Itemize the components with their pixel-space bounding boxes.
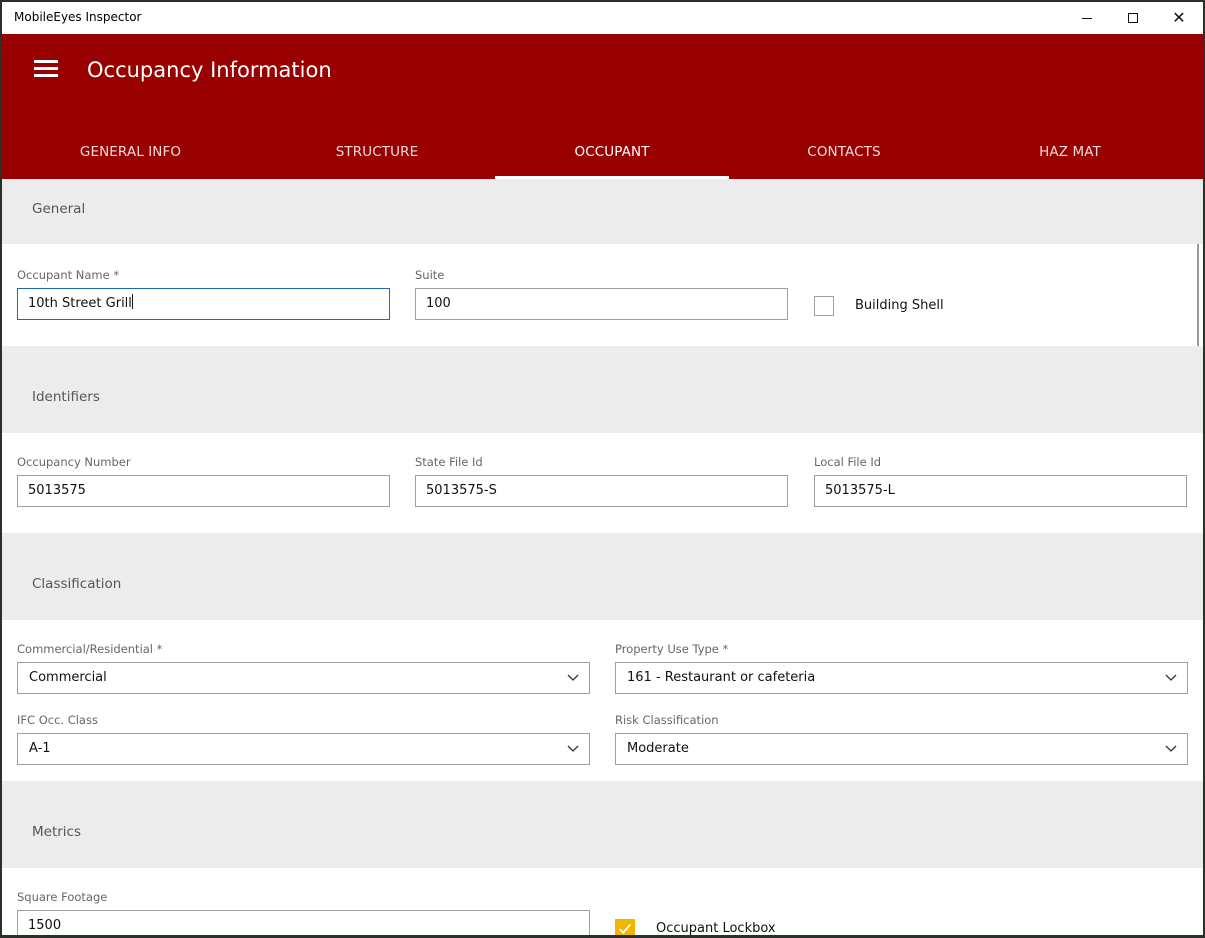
maximize-icon [1128,13,1138,23]
tab-haz-mat[interactable]: HAZ MAT [959,124,1181,179]
title-bar: MobileEyes Inspector ✕ [2,2,1203,34]
state-file-id-label: State File Id [415,455,483,469]
section-classification-header: Classification [2,533,1203,620]
commercial-residential-value: Commercial [29,670,107,685]
close-button[interactable]: ✕ [1156,2,1202,34]
section-title: General [32,201,86,217]
risk-classification-label: Risk Classification [615,713,719,727]
square-footage-input[interactable]: 1500 [17,910,590,935]
chevron-down-icon [567,745,579,752]
chevron-down-icon [1165,745,1177,752]
app-title: MobileEyes Inspector [14,10,142,24]
section-title: Classification [32,576,122,592]
local-file-id-label: Local File Id [814,455,882,469]
hamburger-menu-icon[interactable] [34,60,60,80]
tab-bar: GENERAL INFO STRUCTURE OCCUPANT CONTACTS… [2,124,1203,179]
chevron-down-icon [567,674,579,681]
page-title: Occupancy Information [87,58,332,82]
close-icon: ✕ [1172,8,1186,27]
property-use-type-select[interactable]: 161 - Restaurant or cafeteria [615,662,1188,694]
occupant-name-input[interactable]: 10th Street Grill [17,288,390,320]
building-shell-label: Building Shell [855,298,944,313]
commercial-residential-label: Commercial/Residential * [17,642,163,656]
risk-classification-select[interactable]: Moderate [615,733,1188,765]
maximize-button[interactable] [1110,2,1156,34]
property-use-type-value: 161 - Restaurant or cafeteria [627,670,816,685]
app-window: MobileEyes Inspector ✕ Occupancy Informa… [2,2,1203,935]
tab-contacts[interactable]: CONTACTS [729,124,959,179]
section-title: Identifiers [32,389,100,405]
occupancy-number-label: Occupancy Number [17,455,131,469]
chevron-down-icon [1165,674,1177,681]
ifc-occ-class-select[interactable]: A-1 [17,733,590,765]
minimize-button[interactable] [1064,2,1110,34]
section-title: Metrics [32,824,82,840]
tab-structure[interactable]: STRUCTURE [259,124,495,179]
occupant-lockbox-checkbox[interactable] [615,919,635,935]
section-identifiers-header: Identifiers [2,346,1203,433]
tab-general-info[interactable]: GENERAL INFO [2,124,259,179]
suite-label: Suite [415,268,445,282]
building-shell-checkbox[interactable] [814,296,834,316]
tab-occupant[interactable]: OCCUPANT [495,124,729,179]
app-header: Occupancy Information GENERAL INFO STRUC… [2,34,1203,179]
form-content: General Occupant Name * 10th Street Gril… [2,179,1203,935]
risk-classification-value: Moderate [627,741,689,756]
square-footage-label: Square Footage [17,890,108,904]
occupant-name-value: 10th Street Grill [28,296,132,311]
local-file-id-input[interactable]: 5013575-L [814,475,1187,507]
ifc-occ-class-value: A-1 [29,741,51,756]
ifc-occ-class-label: IFC Occ. Class [17,713,98,727]
state-file-id-input[interactable]: 5013575-S [415,475,788,507]
section-general-header: General [2,179,1203,244]
occupancy-number-input[interactable]: 5013575 [17,475,390,507]
occupant-lockbox-label: Occupant Lockbox [656,921,776,935]
property-use-type-label: Property Use Type * [615,642,729,656]
section-metrics-header: Metrics [2,781,1203,868]
text-caret [131,294,133,309]
minimize-icon [1082,17,1092,19]
occupant-name-label: Occupant Name * [17,268,120,282]
checkmark-icon [618,923,632,934]
suite-input[interactable]: 100 [415,288,788,320]
commercial-residential-select[interactable]: Commercial [17,662,590,694]
